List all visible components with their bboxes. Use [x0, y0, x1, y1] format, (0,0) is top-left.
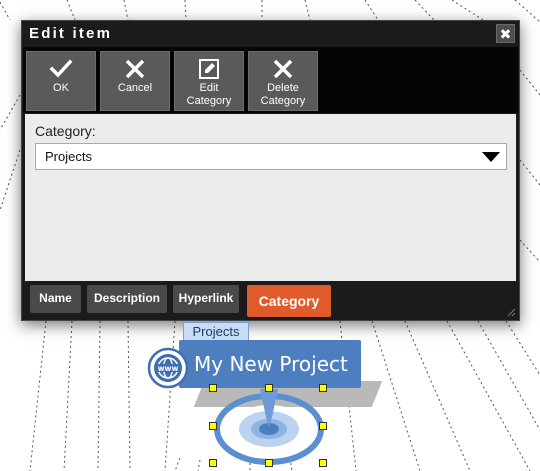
selection-handle-s[interactable] [265, 459, 273, 467]
selection-handle-e[interactable] [319, 422, 327, 430]
edit-category-button-label: Edit Category [186, 82, 232, 107]
dialog-title: Edit item [29, 25, 113, 42]
dialog-toolbar: OK Cancel Edit Category Delete Category [23, 47, 518, 113]
selection-handle-w[interactable] [209, 422, 217, 430]
checkmark-icon [49, 59, 73, 78]
close-icon: ✖ [499, 26, 512, 42]
tab-description[interactable]: Description [87, 285, 167, 313]
node-category-tag[interactable]: Projects [183, 322, 249, 341]
category-label: Category: [35, 123, 96, 139]
dialog-tabs: Name Description Hyperlink Category [22, 283, 519, 319]
tab-hyperlink[interactable]: Hyperlink [173, 285, 239, 313]
category-panel: Category: Projects [25, 114, 516, 281]
delete-category-button-label: Delete Category [260, 82, 306, 107]
cancel-button-label: Cancel [117, 82, 153, 94]
delete-category-button[interactable]: Delete Category [248, 51, 318, 111]
selection-handle-se[interactable] [319, 459, 327, 467]
selection-handle-n[interactable] [265, 384, 273, 392]
x-icon [273, 59, 293, 79]
ok-button-label: OK [53, 82, 69, 94]
selection-handle-nw[interactable] [209, 384, 217, 392]
x-icon [125, 59, 145, 79]
close-button[interactable]: ✖ [496, 24, 515, 43]
edit-category-button[interactable]: Edit Category [174, 51, 244, 111]
cancel-button[interactable]: Cancel [100, 51, 170, 111]
edit-icon [199, 59, 219, 79]
tab-category[interactable]: Category [247, 285, 331, 317]
category-select-value: Projects [45, 149, 92, 164]
category-select[interactable]: Projects [35, 143, 507, 170]
www-globe-icon[interactable]: www [147, 347, 189, 389]
dropdown-arrow-icon [482, 152, 500, 162]
selection-handle-ne[interactable] [319, 384, 327, 392]
node-target-icon[interactable] [212, 387, 327, 467]
resize-grip-icon[interactable] [506, 307, 516, 317]
tab-name[interactable]: Name [30, 285, 81, 313]
edit-item-dialog: Edit item ✖ OK Cancel Edit Category Dele… [21, 20, 520, 321]
ok-button[interactable]: OK [26, 51, 96, 111]
selection-handle-sw[interactable] [209, 459, 217, 467]
svg-text:www: www [158, 364, 179, 373]
node-title[interactable]: My New Project [194, 352, 348, 376]
